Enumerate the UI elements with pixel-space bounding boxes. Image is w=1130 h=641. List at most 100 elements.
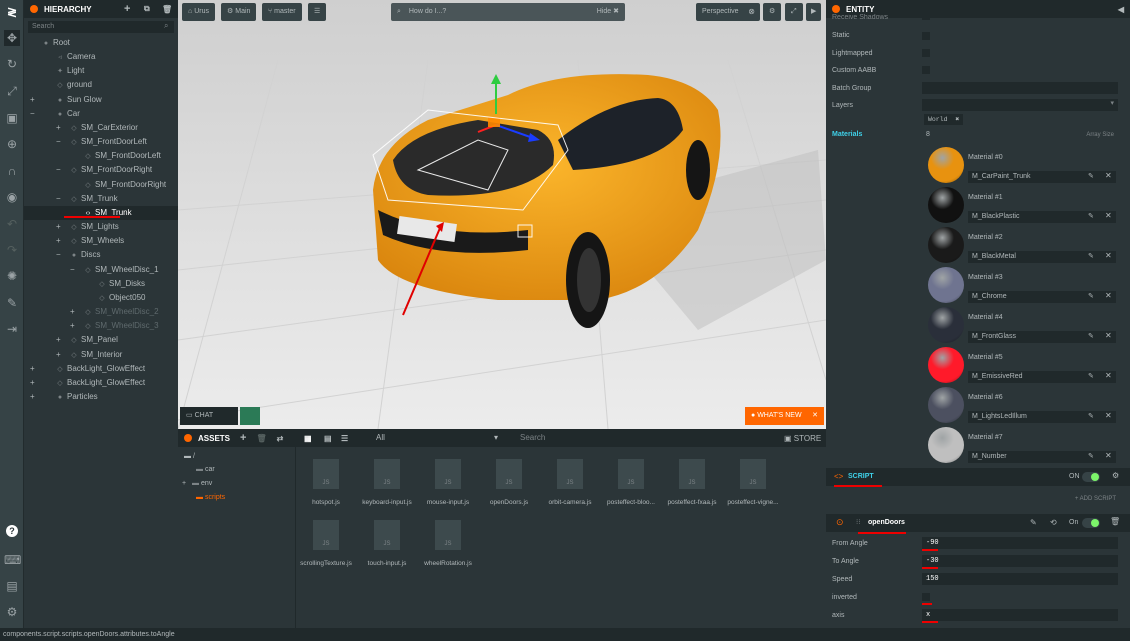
expand-toggle-icon[interactable]: + bbox=[56, 234, 61, 248]
camera-select[interactable]: Perspective ⊗ bbox=[696, 3, 760, 21]
edit-icon[interactable]: ✎ bbox=[1088, 452, 1094, 460]
publish-icon[interactable]: ⇥ bbox=[4, 321, 20, 337]
expand-toggle-icon[interactable]: + bbox=[56, 121, 61, 135]
keyboard-icon[interactable]: ⌨ bbox=[4, 552, 21, 568]
asset-folder-env[interactable]: + ▬ env bbox=[182, 480, 212, 487]
hierarchy-item[interactable]: ◇ BackLight_GlowEffect bbox=[56, 362, 145, 376]
store-button[interactable]: ▣ STORE bbox=[784, 434, 821, 443]
edit-icon[interactable]: ✎ bbox=[1088, 412, 1094, 420]
asset-folder-root[interactable]: ▬ / bbox=[184, 453, 195, 460]
expand-toggle-icon[interactable]: − bbox=[56, 248, 61, 262]
panel-collapse-icon[interactable] bbox=[184, 434, 192, 442]
hierarchy-item[interactable]: ◇ Object050 bbox=[98, 291, 145, 305]
hierarchy-item[interactable]: ◃ Camera bbox=[56, 50, 95, 64]
receive-shadows-checkbox[interactable] bbox=[922, 14, 930, 20]
material-thumbnail[interactable] bbox=[928, 267, 964, 303]
remove-icon[interactable]: ✕ bbox=[1105, 251, 1112, 260]
asset-item[interactable]: JS posteffect-bloo... bbox=[601, 459, 661, 506]
hierarchy-item[interactable]: ◇ SM_WheelDisc_2 bbox=[84, 305, 158, 319]
project-button[interactable]: ⌂ Urus bbox=[182, 3, 215, 21]
asset-item[interactable]: JS wheelRotation.js bbox=[418, 520, 478, 567]
hierarchy-item[interactable]: ● Particles bbox=[56, 390, 98, 404]
hierarchy-item[interactable]: ◇ SM_Panel bbox=[70, 333, 118, 347]
undo-icon[interactable]: ↶ bbox=[4, 216, 20, 232]
expand-toggle-icon[interactable]: − bbox=[56, 135, 61, 149]
edit-icon[interactable]: ✎ bbox=[1088, 172, 1094, 180]
expand-toggle-icon[interactable]: − bbox=[56, 192, 61, 206]
material-thumbnail[interactable] bbox=[928, 347, 964, 383]
lightmap-icon[interactable]: ✺ bbox=[4, 268, 20, 284]
hierarchy-item[interactable]: ◇ BackLight_GlowEffect bbox=[56, 376, 145, 390]
hierarchy-item[interactable]: ◇ SM_Lights bbox=[70, 220, 119, 234]
expand-icon[interactable]: + bbox=[182, 480, 186, 487]
material-thumbnail[interactable] bbox=[928, 187, 964, 223]
expand-toggle-icon[interactable]: + bbox=[56, 333, 61, 347]
hierarchy-item[interactable]: ✦ Light bbox=[56, 64, 84, 78]
edit-icon[interactable]: ✎ bbox=[1030, 518, 1037, 527]
attribute-input[interactable]: -30 bbox=[922, 555, 1118, 567]
remove-icon[interactable]: ✕ bbox=[1105, 331, 1112, 340]
asset-item[interactable]: JS keyboard-input.js bbox=[357, 459, 417, 506]
hierarchy-item[interactable]: ● Root bbox=[42, 36, 70, 50]
expand-toggle-icon[interactable]: + bbox=[30, 376, 35, 390]
resize-icon[interactable]: ▣ bbox=[4, 110, 20, 126]
layers-select[interactable]: ▾ bbox=[922, 99, 1118, 111]
rotate-icon[interactable]: ↻ bbox=[4, 56, 20, 72]
materials-count-input[interactable]: 8 Array Size bbox=[922, 129, 1118, 141]
hierarchy-item[interactable]: ● Car bbox=[56, 107, 80, 121]
hide-button[interactable]: Hide ✖ bbox=[597, 3, 619, 21]
expand-toggle-icon[interactable]: + bbox=[56, 348, 61, 362]
custom-aabb-checkbox[interactable] bbox=[922, 66, 930, 74]
edit-icon[interactable]: ✎ bbox=[1088, 252, 1094, 260]
settings-icon[interactable]: ⚙ bbox=[4, 604, 20, 620]
panel-collapse-icon[interactable] bbox=[30, 5, 38, 13]
add-script-field[interactable]: + ADD SCRIPT bbox=[830, 490, 1120, 506]
duplicate-icon[interactable]: ⧉ bbox=[144, 4, 150, 14]
viewport[interactable]: ⌂ Urus ⚙ Main ⑂ master ☰ ⌕ How do I...? … bbox=[178, 0, 826, 429]
asset-item[interactable]: JS posteffect-vigne... bbox=[723, 459, 783, 506]
expand-toggle-icon[interactable]: + bbox=[70, 305, 75, 319]
edit-icon[interactable]: ✎ bbox=[1088, 372, 1094, 380]
asset-item[interactable]: JS scrollingTexture.js bbox=[296, 520, 356, 567]
remove-icon[interactable]: ✕ bbox=[1105, 171, 1112, 180]
asset-item[interactable]: JS posteffect-fxaa.js bbox=[662, 459, 722, 506]
asset-filter-select[interactable]: All ▾ bbox=[370, 432, 502, 444]
instance-enable-toggle[interactable] bbox=[1082, 518, 1100, 528]
hierarchy-item[interactable]: ◇ SM_FrontDoorRight bbox=[84, 178, 166, 192]
expand-toggle-icon[interactable]: + bbox=[70, 319, 75, 333]
help-icon[interactable]: ? bbox=[6, 525, 18, 537]
move-icon[interactable]: ✥ bbox=[4, 30, 20, 46]
hierarchy-item[interactable]: ◇ SM_FrontDoorRight bbox=[70, 163, 152, 177]
asset-folder-scripts[interactable]: ▬ scripts bbox=[196, 494, 225, 501]
edit-icon[interactable]: ✎ bbox=[1088, 292, 1094, 300]
material-thumbnail[interactable] bbox=[928, 307, 964, 343]
edit-icon[interactable]: ✎ bbox=[4, 295, 20, 311]
world-icon[interactable]: ⊕ bbox=[4, 136, 20, 152]
material-thumbnail[interactable] bbox=[928, 147, 964, 183]
scene-canvas[interactable] bbox=[178, 0, 826, 429]
add-asset-icon[interactable]: + bbox=[240, 432, 246, 444]
whats-new-button[interactable]: ● WHAT'S NEW ✕ bbox=[745, 407, 824, 425]
remove-icon[interactable]: ✕ bbox=[1105, 371, 1112, 380]
delete-icon[interactable]: 🗑 bbox=[162, 5, 172, 14]
refresh-icon[interactable]: ⇄ bbox=[277, 434, 284, 443]
asset-item[interactable]: JS mouse-input.js bbox=[418, 459, 478, 506]
attribute-input[interactable]: 150 bbox=[922, 573, 1118, 585]
fullscreen-button[interactable]: ⤢ bbox=[785, 3, 803, 21]
material-thumbnail[interactable] bbox=[928, 387, 964, 423]
expand-toggle-icon[interactable]: + bbox=[30, 93, 35, 107]
hierarchy-item[interactable]: ◇ SM_FrontDoorLeft bbox=[84, 149, 161, 163]
eye-icon[interactable]: ◉ bbox=[4, 189, 20, 205]
remove-script-icon[interactable]: ⊙ bbox=[836, 517, 844, 528]
remove-icon[interactable]: ✕ bbox=[1105, 291, 1112, 300]
expand-toggle-icon[interactable]: + bbox=[30, 390, 35, 404]
expand-toggle-icon[interactable]: − bbox=[30, 107, 35, 121]
asset-item[interactable]: JS touch-input.js bbox=[357, 520, 417, 567]
batch-group-select[interactable] bbox=[922, 82, 1118, 94]
hierarchy-item[interactable]: ◇ SM_FrontDoorLeft bbox=[70, 135, 147, 149]
attribute-input[interactable]: -90 bbox=[922, 537, 1118, 549]
user-avatar[interactable] bbox=[240, 407, 260, 425]
close-icon[interactable]: ✕ bbox=[812, 407, 818, 425]
expand-toggle-icon[interactable]: − bbox=[56, 163, 61, 177]
close-icon[interactable]: ⊗ bbox=[748, 3, 755, 21]
